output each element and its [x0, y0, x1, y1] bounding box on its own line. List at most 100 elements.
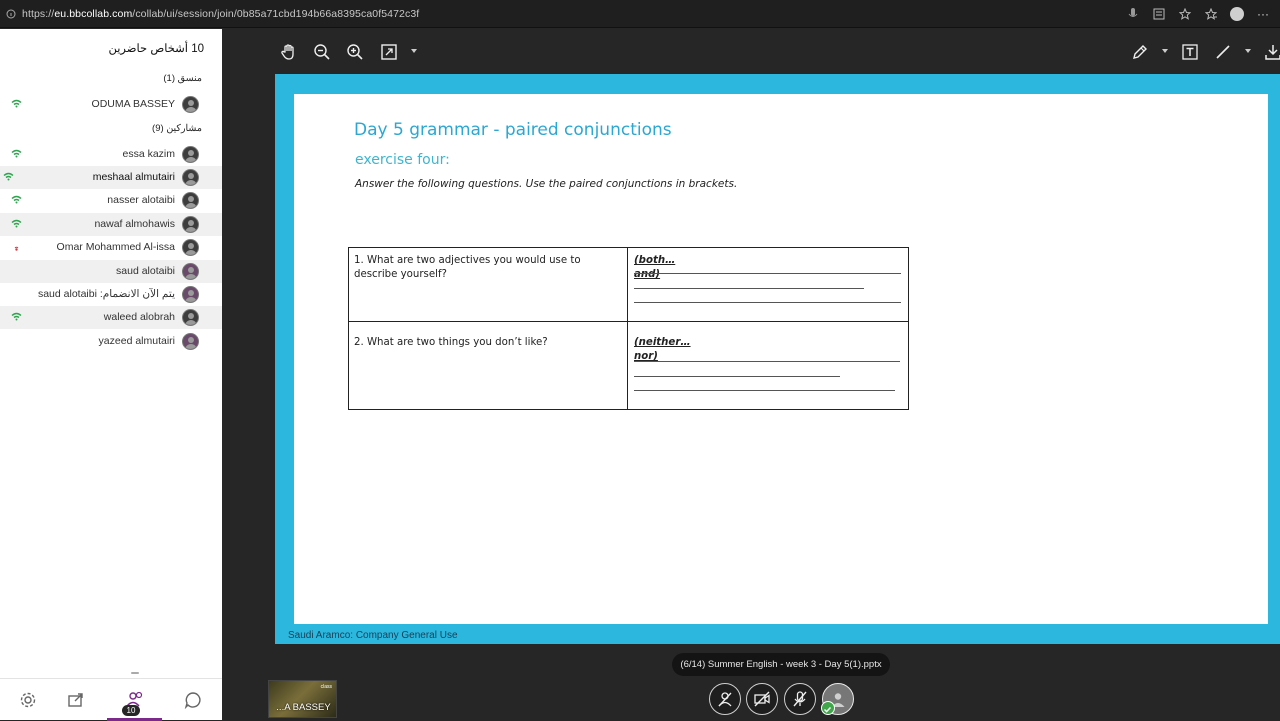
line-icon — [1216, 45, 1230, 59]
avatar — [182, 286, 199, 303]
url-field[interactable]: https://eu.bbcollab.com/collab/ui/sessio… — [22, 8, 419, 20]
answer-line — [634, 361, 900, 362]
attendee-row[interactable]: essa kazim — [0, 143, 222, 166]
slide-canvas: Day 5 grammar - paired conjunctions exer… — [294, 94, 1268, 624]
hand-icon — [281, 44, 294, 60]
share-content-button[interactable] — [48, 679, 103, 721]
attendee-count-badge: 10 — [122, 705, 140, 716]
answer-prompt-line: (neither… — [634, 337, 691, 348]
attendees-tab-button[interactable]: 10 — [107, 679, 162, 721]
avatar — [182, 309, 199, 326]
attendee-name: essa kazim — [122, 148, 175, 160]
text-tool-icon — [1182, 44, 1198, 60]
fit-screen-icon — [381, 44, 397, 60]
avatar — [182, 263, 199, 280]
avatar — [182, 239, 199, 256]
avatar — [182, 333, 199, 350]
question-text: 1. What are two adjectives you would use… — [354, 255, 581, 280]
attendee-name: nawaf almohawis — [94, 218, 175, 230]
answer-cell: (neither… nor) — [629, 322, 908, 409]
pan-tool-button[interactable] — [277, 40, 301, 64]
download-button[interactable] — [1261, 40, 1280, 64]
attendee-row[interactable]: waleed alobrah — [0, 306, 222, 329]
url-path: /collab/ui/session/join/0b85a71cbd194b66… — [132, 7, 420, 20]
connection-good-icon — [11, 149, 22, 158]
status-icon — [718, 692, 732, 707]
camera-toggle-button[interactable] — [746, 683, 778, 715]
answer-prompt: (both… and) — [634, 254, 675, 282]
camera-off-icon — [754, 691, 770, 707]
avatar — [182, 216, 199, 233]
answer-prompt-line: (both… — [634, 255, 676, 266]
answer-line — [634, 376, 840, 377]
participants-section-label: مشاركين (9) — [152, 123, 202, 134]
pen-icon — [1133, 45, 1147, 59]
attendee-row[interactable]: saud alotaibi :يتم الآن الانضمام — [0, 283, 222, 306]
attendee-name: ODUMA BASSEY — [91, 98, 175, 110]
zoom-in-button[interactable] — [343, 40, 367, 64]
zoom-out-button[interactable] — [310, 40, 334, 64]
presenter-name: ...A BASSEY — [276, 702, 331, 713]
attendee-name: saud alotaibi :يتم الآن الانضمام — [37, 288, 175, 300]
chevron-down-icon[interactable] — [1161, 47, 1169, 55]
moderators-section-label: منسق (1) — [163, 73, 202, 84]
presenter-video-thumbnail[interactable]: class ...A BASSEY — [268, 680, 337, 718]
favorites-icon[interactable] — [1204, 7, 1218, 21]
avatar — [182, 169, 199, 186]
slide-title: Day 5 grammar - paired conjunctions — [354, 120, 672, 140]
answer-line — [634, 273, 901, 274]
attendees-count-title: 10 أشخاص حاضرين — [108, 43, 204, 55]
exercise-table: 1. What are two adjectives you would use… — [348, 247, 909, 410]
attendee-row[interactable]: Omar Mohammed Al-issa — [0, 236, 222, 259]
browser-actions: ··· — [1126, 0, 1270, 28]
zoom-in-icon — [347, 44, 363, 60]
site-info-icon[interactable] — [0, 0, 22, 28]
chat-icon — [184, 692, 201, 709]
panel-footer-nav: 10 — [0, 672, 222, 721]
zoom-out-icon — [314, 44, 330, 60]
profile-icon[interactable] — [1230, 7, 1244, 21]
share-status-button[interactable] — [709, 683, 741, 715]
settings-button[interactable] — [0, 679, 55, 721]
microphone-icon[interactable] — [1126, 7, 1140, 21]
slide-subtitle: exercise four: — [355, 152, 450, 168]
attendee-row[interactable]: meshaal almutairi — [0, 166, 222, 189]
connection-poor-icon — [14, 246, 19, 251]
url-prefix: https:// — [22, 7, 55, 20]
attendees-panel: 10 أشخاص حاضرين منسق (1) ODUMA BASSEY مش… — [0, 29, 222, 721]
microphone-toggle-button[interactable] — [784, 683, 816, 715]
status-check-icon — [821, 701, 835, 715]
slide-instruction: Answer the following questions. Use the … — [355, 178, 738, 190]
attendee-row[interactable]: nawaf almohawis — [0, 213, 222, 236]
shared-slide: Day 5 grammar - paired conjunctions exer… — [275, 74, 1280, 644]
attendee-row[interactable]: yazeed almutairi — [0, 330, 222, 353]
line-tool-button[interactable] — [1211, 40, 1235, 64]
pen-tool-button[interactable] — [1128, 40, 1152, 64]
attendee-row[interactable]: ODUMA BASSEY — [0, 93, 222, 116]
connection-good-icon — [11, 99, 22, 108]
chevron-down-icon[interactable] — [1244, 47, 1252, 55]
reader-mode-icon[interactable] — [1152, 7, 1166, 21]
attendee-name: saud alotaibi — [116, 265, 175, 277]
download-icon — [1265, 45, 1280, 60]
star-icon[interactable] — [1178, 7, 1192, 21]
text-tool-button[interactable] — [1178, 40, 1202, 64]
url-domain: eu.bbcollab.com — [54, 7, 133, 20]
fit-to-screen-button[interactable] — [377, 40, 401, 64]
thumbnail-tag: class — [320, 684, 332, 690]
answer-prompt-line: and) — [634, 269, 661, 280]
attendee-row[interactable]: nasser alotaibi — [0, 189, 222, 212]
attendee-name: Omar Mohammed Al-issa — [56, 241, 175, 253]
more-icon[interactable]: ··· — [1256, 7, 1270, 21]
attendee-row[interactable]: saud alotaibi — [0, 260, 222, 283]
attendee-name: meshaal almutairi — [92, 171, 175, 183]
chat-button[interactable] — [165, 679, 220, 721]
connection-good-icon — [3, 172, 14, 181]
answer-line — [634, 288, 864, 289]
presentation-file-label: (6/14) Summer English - week 3 - Day 5(1… — [672, 653, 890, 676]
attendee-name: nasser alotaibi — [107, 194, 175, 206]
chevron-down-icon[interactable] — [410, 47, 418, 55]
panel-resize-handle[interactable] — [131, 672, 139, 674]
answer-line — [634, 302, 901, 303]
question-cell: 1. What are two adjectives you would use… — [349, 248, 628, 321]
